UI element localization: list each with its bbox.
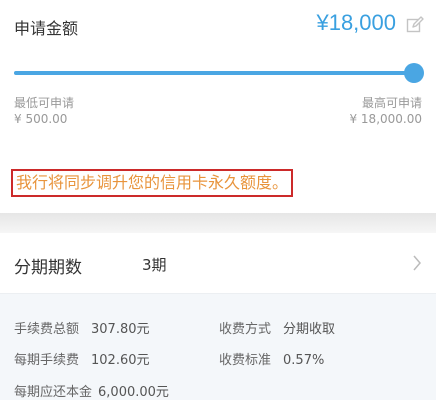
amount-label: 申请金额: [14, 19, 79, 38]
min-amount: 最低可申请 ¥ 500.00: [14, 95, 74, 127]
amount-slider[interactable]: [14, 62, 424, 84]
fee-method: 收费方式 分期收取: [219, 318, 335, 337]
installment-period-value: 3期: [142, 256, 167, 274]
installment-period-row[interactable]: 分期期数 3期: [0, 233, 436, 293]
per-period-fee: 每期手续费 102.60元: [14, 349, 150, 368]
total-fee-value: 307.80元: [91, 322, 150, 337]
credit-limit-notice: 我行将同步调升您的信用卡永久额度。: [11, 169, 294, 197]
fee-details-panel: 手续费总额 307.80元 收费方式 分期收取 每期手续费 102.60元 收费标准 0…: [0, 293, 436, 400]
max-amount-label: 最高可申请: [361, 96, 422, 110]
chevron-right-icon: [413, 255, 421, 271]
edit-icon[interactable]: [406, 16, 424, 34]
fee-rate-label: 收费标准: [219, 353, 272, 368]
fee-rate-value: 0.57%: [283, 353, 325, 368]
max-amount-value: ¥ 18,000.00: [349, 112, 422, 126]
slider-fill: [14, 71, 414, 75]
total-fee: 手续费总额 307.80元: [14, 318, 150, 337]
section-divider: [0, 213, 436, 233]
min-amount-value: ¥ 500.00: [14, 112, 68, 126]
fee-method-value: 分期收取: [283, 322, 336, 337]
principal-per-period-label: 每期应还本金: [14, 385, 93, 400]
per-period-fee-label: 每期手续费: [14, 353, 80, 368]
min-amount-label: 最低可申请: [14, 96, 75, 110]
principal-per-period-value: 6,000.00元: [98, 385, 169, 400]
amount-value[interactable]: ¥18,000: [316, 10, 396, 36]
fee-rate: 收费标准 0.57%: [219, 349, 324, 368]
max-amount: 最高可申请 ¥ 18,000.00: [349, 95, 422, 127]
per-period-fee-value: 102.60元: [91, 353, 150, 368]
principal-per-period: 每期应还本金 6,000.00元: [14, 381, 169, 400]
total-fee-label: 手续费总额: [14, 322, 80, 337]
installment-period-label: 分期期数: [14, 258, 82, 278]
amount-row: 申请金额 ¥18,000: [0, 0, 436, 52]
fee-method-label: 收费方式: [219, 322, 272, 337]
slider-handle[interactable]: [404, 63, 424, 83]
